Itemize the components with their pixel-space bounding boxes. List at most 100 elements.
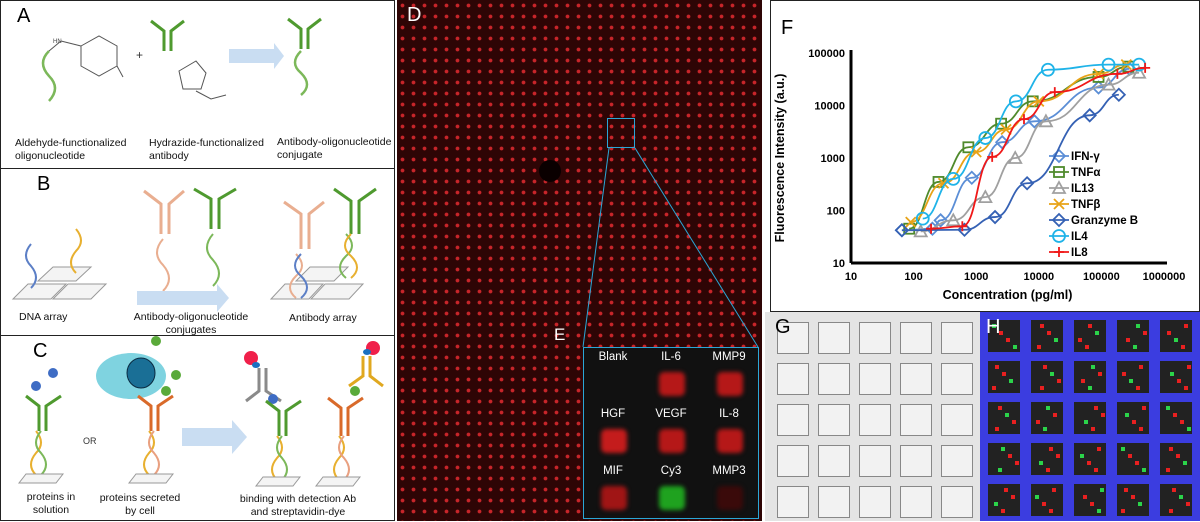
y-tick-label: 10 xyxy=(833,258,845,270)
spot xyxy=(995,427,999,431)
svg-text:HN: HN xyxy=(53,39,62,45)
microwell xyxy=(1074,484,1106,516)
spot xyxy=(1181,345,1185,349)
spot xyxy=(1052,488,1056,492)
spot xyxy=(1046,406,1050,410)
spot-cell: MMP9 xyxy=(700,348,758,405)
caption-dna-array: DNA array xyxy=(19,311,68,323)
legend-entry: TNFβ xyxy=(1049,198,1100,211)
microwell xyxy=(900,404,932,436)
legend-label: TNFβ xyxy=(1071,199,1100,211)
microwell xyxy=(1031,402,1063,434)
microwell xyxy=(1031,361,1063,393)
or-text: OR xyxy=(83,436,97,446)
y-tick-label: 10000 xyxy=(814,101,845,113)
spot xyxy=(1002,372,1006,376)
microwell xyxy=(859,486,891,518)
spot xyxy=(1174,338,1178,342)
spot xyxy=(1013,345,1017,349)
spot xyxy=(1056,454,1060,458)
dark-spot xyxy=(539,160,561,182)
spot-label: IL-8 xyxy=(719,408,739,420)
microwell xyxy=(859,445,891,477)
spot xyxy=(1049,447,1053,451)
x-tick-label: 100 xyxy=(904,271,922,283)
fluorescent-spot xyxy=(601,486,627,510)
spot xyxy=(1050,372,1054,376)
spot xyxy=(1169,509,1173,513)
y-tick-label: 100000 xyxy=(808,48,845,60)
spot xyxy=(1015,461,1019,465)
spot xyxy=(1124,488,1128,492)
series-il13 xyxy=(913,64,1147,238)
spot-cell: Cy3 xyxy=(642,462,700,519)
spot xyxy=(1042,502,1046,506)
spot-label: Blank xyxy=(598,351,628,363)
data-point xyxy=(987,151,998,162)
microwell xyxy=(1074,443,1106,475)
spot xyxy=(1090,502,1094,506)
spot xyxy=(1080,454,1084,458)
panel-h-fluorescence-microwells: H xyxy=(980,312,1200,521)
microwell xyxy=(988,361,1020,393)
spot xyxy=(1046,468,1050,472)
spot xyxy=(1184,386,1188,390)
spot xyxy=(992,386,996,390)
microwell xyxy=(900,445,932,477)
x-axis-label: Concentration (pg/ml) xyxy=(943,288,1073,302)
spot-label: MMP3 xyxy=(712,465,746,477)
microwell xyxy=(1031,443,1063,475)
spot xyxy=(1094,468,1098,472)
dose-response-chart: 10 100 1000 10000 100000 1000000 10 100 1000 1000… xyxy=(773,48,1185,302)
fluorescent-spot xyxy=(601,429,627,453)
spot xyxy=(1057,379,1061,383)
panel-label: H xyxy=(986,316,1001,338)
microwell xyxy=(777,486,809,518)
spot xyxy=(1098,372,1102,376)
panel-a: A HN + Aldehyde-functionalized oligonucl… xyxy=(0,0,395,169)
spot xyxy=(1011,495,1015,499)
spot xyxy=(1012,420,1016,424)
spot xyxy=(998,468,1002,472)
spot xyxy=(1139,365,1143,369)
spot xyxy=(1135,461,1139,465)
spot xyxy=(1097,509,1101,513)
microwell xyxy=(818,404,850,436)
panel-f-chart: F 10 100 1000 10000 100000 1000000 10 100 1000 10… xyxy=(770,0,1200,312)
legend-entry: IL4 xyxy=(1049,229,1088,243)
spot xyxy=(1094,406,1098,410)
y-axis-label: Fluorescence Intensity (a.u.) xyxy=(773,74,787,243)
microwell xyxy=(988,443,1020,475)
legend-label: IL13 xyxy=(1071,183,1094,195)
microwell xyxy=(1117,443,1149,475)
spot xyxy=(1049,509,1053,513)
spot-label: Cy3 xyxy=(660,465,682,477)
panel-b: B DNA array Antibody-oligonucleotide con… xyxy=(0,168,395,336)
microwell xyxy=(1074,402,1106,434)
spot xyxy=(1183,461,1187,465)
spot xyxy=(1167,331,1171,335)
microwell xyxy=(1117,361,1149,393)
spot xyxy=(995,365,999,369)
spot xyxy=(1128,454,1132,458)
caption-binding-detection: binding with detection Ab and streptavid… xyxy=(239,493,357,518)
spot xyxy=(1088,386,1092,390)
spot xyxy=(1078,338,1082,342)
spot-cell: HGF xyxy=(584,405,642,462)
caption-antibody-array: Antibody array xyxy=(289,312,357,324)
spot xyxy=(1187,427,1191,431)
spot xyxy=(1085,345,1089,349)
microwell xyxy=(900,363,932,395)
spot xyxy=(1126,338,1130,342)
microwell xyxy=(941,322,973,354)
spot xyxy=(1001,447,1005,451)
spot xyxy=(1008,454,1012,458)
spot xyxy=(1006,338,1010,342)
spot xyxy=(1037,345,1041,349)
fluorescent-spot xyxy=(717,429,743,453)
spot xyxy=(1172,488,1176,492)
caption-aldehyde-oligo: Aldehyde-functionalized oligonucleotide xyxy=(15,137,127,162)
data-point xyxy=(1054,247,1064,257)
legend-label: IFN-γ xyxy=(1071,151,1100,163)
legend-entry: IL8 xyxy=(1049,247,1088,259)
